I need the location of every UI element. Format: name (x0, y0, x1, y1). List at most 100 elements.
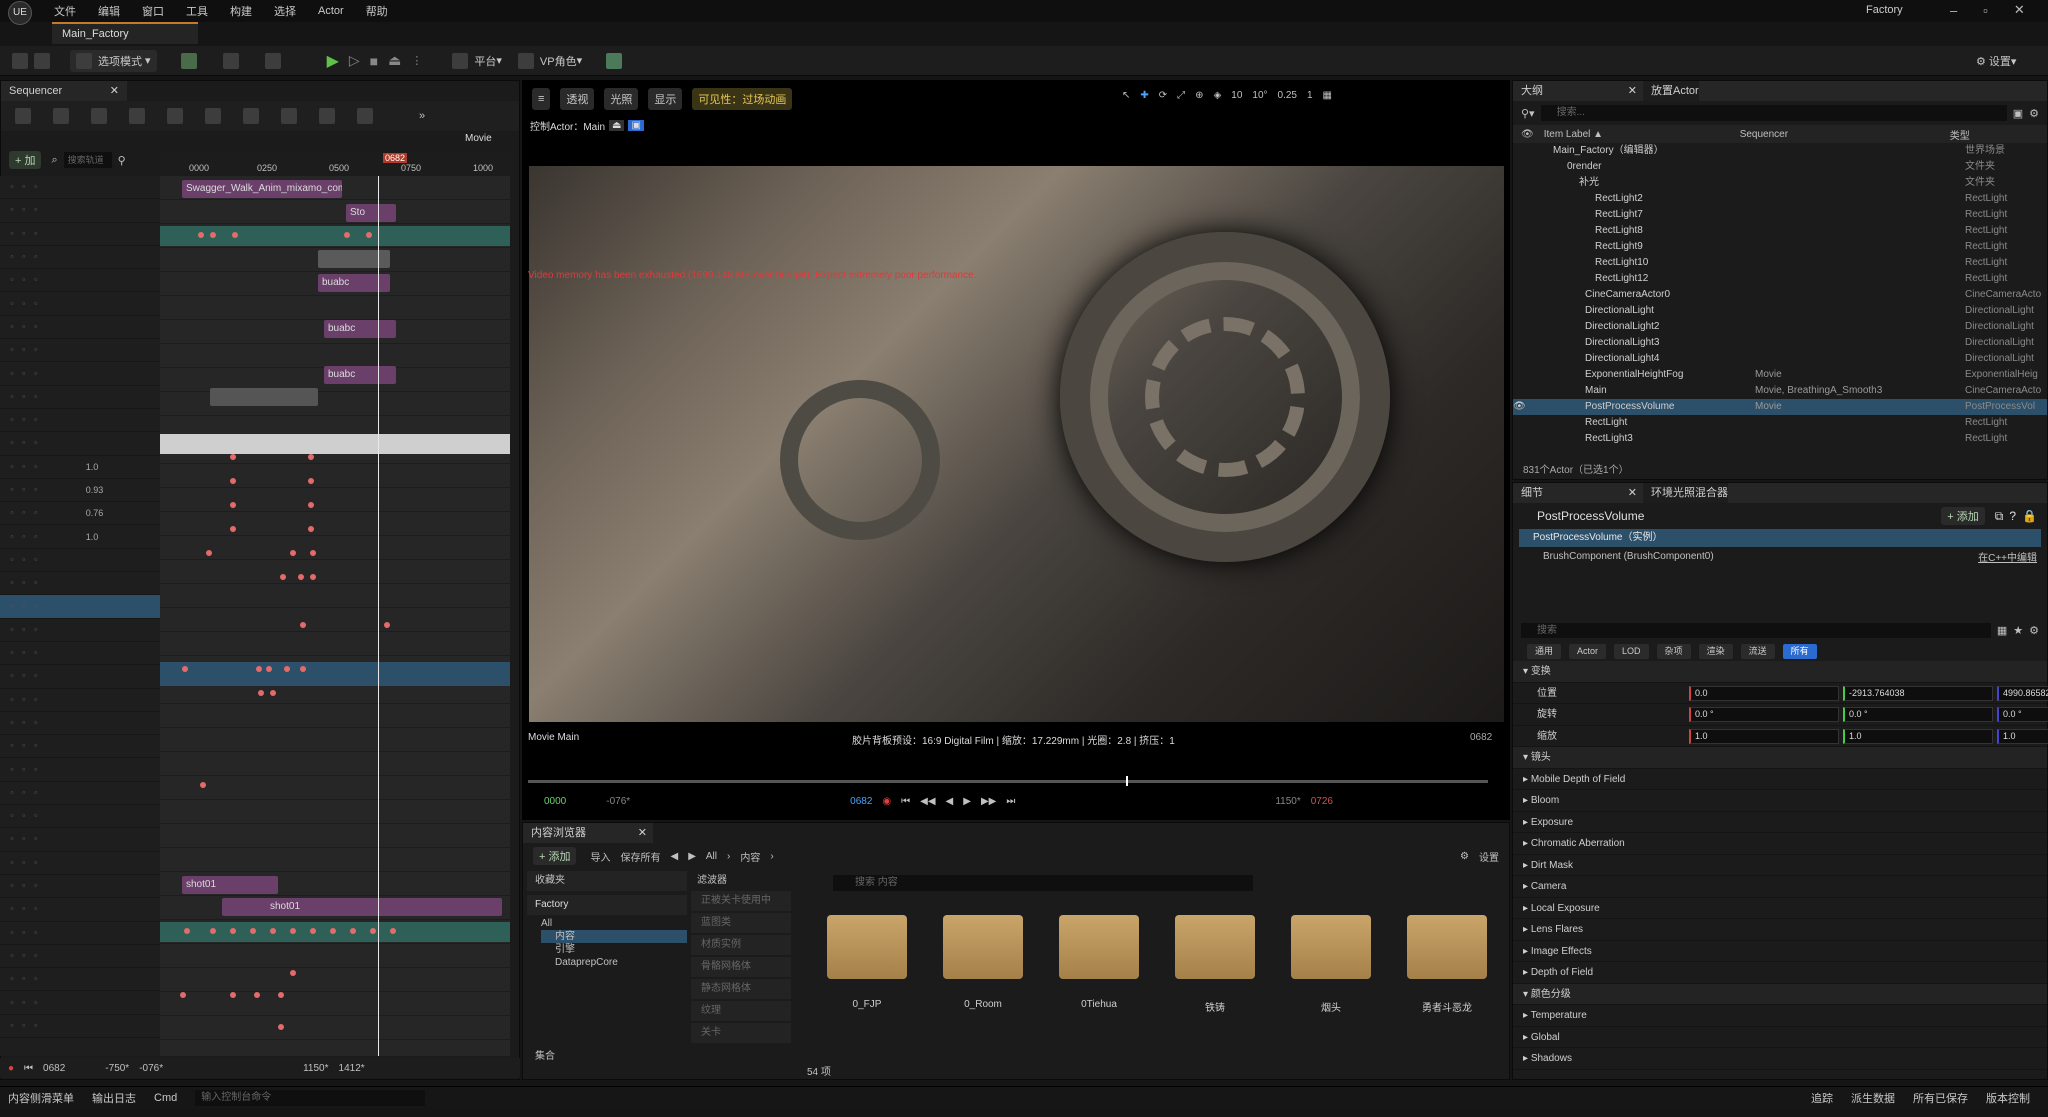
rotation-y[interactable]: 0.0 ° (1843, 707, 1993, 722)
table-view-icon[interactable]: ▦ (1997, 624, 2007, 637)
playhead-frame[interactable]: 0682 (383, 153, 408, 163)
keyframe[interactable] (290, 970, 296, 976)
track-row[interactable]: ◦ ◦ ◦ (0, 828, 160, 852)
view-mid[interactable]: -076* (139, 1063, 163, 1074)
track-lock-icon[interactable]: ◦ (10, 554, 14, 566)
track-mute-icon[interactable]: ◦ (22, 461, 26, 473)
go-end-icon[interactable]: ⏭ (1006, 796, 1015, 807)
add-track-button[interactable]: + 加 (9, 151, 42, 169)
timeline-area[interactable]: Swagger_Walk_Anim_mixamo_com Sto buabc b… (160, 176, 510, 1056)
folder-icon[interactable] (1291, 915, 1371, 979)
eye-icon[interactable] (1513, 191, 1533, 207)
level-tab[interactable]: Main_Factory (52, 22, 198, 44)
lock-icon[interactable]: 🔒 (2022, 509, 2037, 523)
track-mute-icon[interactable]: ◦ (22, 857, 26, 869)
keyframe[interactable] (308, 478, 314, 484)
keyframe[interactable] (330, 928, 336, 934)
play-icon[interactable]: ▶ (327, 51, 339, 71)
lens-subsection[interactable]: ▸ Lens Flares (1513, 919, 2047, 941)
scrubber-handle[interactable] (1126, 776, 1128, 786)
lens-subsection[interactable]: ▸ Dirt Mask (1513, 855, 2047, 876)
track-value[interactable]: 0.76 (86, 508, 104, 518)
keyframe[interactable] (300, 666, 306, 672)
keyframe[interactable] (250, 928, 256, 934)
col-type[interactable]: 类型 (1950, 127, 1970, 142)
track-lock-icon[interactable]: ◦ (10, 973, 14, 985)
favorites-header[interactable]: 收藏夹 (527, 871, 687, 891)
track-mute-icon[interactable]: ◦ (22, 717, 26, 729)
track-lock-icon[interactable]: ◦ (10, 531, 14, 543)
track-mute-icon[interactable]: ◦ (22, 204, 26, 216)
filter-misc[interactable]: 杂项 (1656, 643, 1691, 659)
outliner-settings-icon[interactable]: ⚙ (2029, 107, 2039, 120)
clip-buabc-3[interactable]: buabc (324, 366, 396, 384)
outliner-search-input[interactable]: 搜索... (1540, 105, 2007, 121)
menu-edit[interactable]: 编辑 (98, 3, 120, 19)
platform-button[interactable]: 平台 ▾ (446, 50, 508, 72)
world-space-icon[interactable]: ⊕ (1195, 90, 1203, 101)
key-icon[interactable] (319, 108, 335, 124)
blueprint-convert-icon[interactable]: ⧉ (1995, 509, 2004, 524)
track-row[interactable]: ◦ ◦ ◦ (0, 689, 160, 712)
track-solo-icon[interactable]: ◦ (34, 274, 38, 286)
close-outliner-icon[interactable]: ✕ (1628, 81, 1637, 101)
keyframe[interactable] (180, 992, 186, 998)
menu-tools[interactable]: 工具 (186, 3, 208, 19)
track-solo-icon[interactable]: ◦ (34, 391, 38, 403)
track-solo-icon[interactable]: ◦ (34, 903, 38, 915)
lens-subsection[interactable]: ▸ Mobile Depth of Field (1513, 769, 2047, 790)
track-solo-icon[interactable]: ◦ (34, 740, 38, 752)
cb-add-button[interactable]: + 添加 (533, 847, 577, 865)
track-lock-icon[interactable]: ◦ (10, 414, 14, 426)
more-icon[interactable]: ⋮ (411, 54, 422, 67)
keyframe[interactable] (266, 666, 272, 672)
track-row[interactable]: ◦ ◦ ◦ (0, 386, 160, 409)
outliner-tab[interactable]: 大纲 ✕ (1513, 81, 1643, 101)
track-row[interactable]: ◦ ◦ ◦ (0, 642, 160, 666)
keyframe[interactable] (230, 992, 236, 998)
track-mute-icon[interactable]: ◦ (22, 274, 26, 286)
content-drawer-button[interactable]: 内容侧滑菜单 (8, 1090, 74, 1106)
track-row[interactable]: ◦ ◦ ◦ (0, 875, 160, 899)
track-solo-icon[interactable]: ◦ (34, 787, 38, 799)
transport-current[interactable]: 0682 (850, 796, 872, 807)
outliner-row[interactable]: RectLight10 RectLight (1513, 255, 2047, 271)
menu-build[interactable]: 构建 (230, 3, 252, 19)
track-row[interactable]: ◦ ◦ ◦ (0, 1015, 160, 1038)
close-cb-icon[interactable]: ✕ (638, 823, 647, 843)
keyframe[interactable] (310, 928, 316, 934)
track-mute-icon[interactable]: ◦ (22, 484, 26, 496)
folder-icon[interactable] (1059, 915, 1139, 979)
keyframe[interactable] (258, 690, 264, 696)
track-solo-icon[interactable]: ◦ (34, 647, 38, 659)
track-solo-icon[interactable]: ◦ (34, 997, 38, 1009)
view-end[interactable]: 1150* (303, 1063, 328, 1074)
outliner-row[interactable]: RectLight9 RectLight (1513, 239, 2047, 255)
track-mute-icon[interactable]: ◦ (22, 740, 26, 752)
track-lock-icon[interactable]: ◦ (10, 950, 14, 962)
outliner-row[interactable]: RectLight7 RectLight (1513, 207, 2047, 223)
clip-anim[interactable]: Swagger_Walk_Anim_mixamo_com (182, 180, 342, 198)
transport-e2[interactable]: 0726 (1311, 796, 1333, 807)
color-grading-item[interactable]: ▸ Global (1513, 1027, 2047, 1048)
track-value[interactable]: 1.0 (86, 462, 99, 472)
outliner-row[interactable]: ExponentialHeightFog Movie ExponentialHeig (1513, 367, 2047, 383)
viewport-scrubber[interactable] (528, 780, 1488, 783)
outliner-row[interactable]: RectLight RectLight (1513, 415, 2047, 431)
track-row[interactable]: ◦ ◦ ◦ (0, 758, 160, 782)
track-row[interactable]: ◦ ◦ ◦ (0, 549, 160, 573)
current-frame[interactable]: 0682 (43, 1063, 65, 1074)
track-mute-icon[interactable]: ◦ (22, 973, 26, 985)
keyframe[interactable] (300, 622, 306, 628)
clip-grey[interactable] (318, 250, 390, 268)
keyframe[interactable] (256, 666, 262, 672)
track-lock-icon[interactable]: ◦ (10, 391, 14, 403)
track-row[interactable]: ◦ ◦ ◦ (0, 176, 160, 200)
track-row[interactable]: ◦ ◦ ◦ (0, 432, 160, 456)
track-mute-icon[interactable]: ◦ (22, 624, 26, 636)
output-log-button[interactable]: 输出日志 (92, 1090, 136, 1106)
track-mute-icon[interactable]: ◦ (22, 437, 26, 449)
track-mute-icon[interactable]: ◦ (22, 833, 26, 845)
filter-blueprint[interactable]: 蓝图类 (691, 913, 791, 933)
grid-snap-value[interactable]: 10 (1231, 90, 1242, 101)
